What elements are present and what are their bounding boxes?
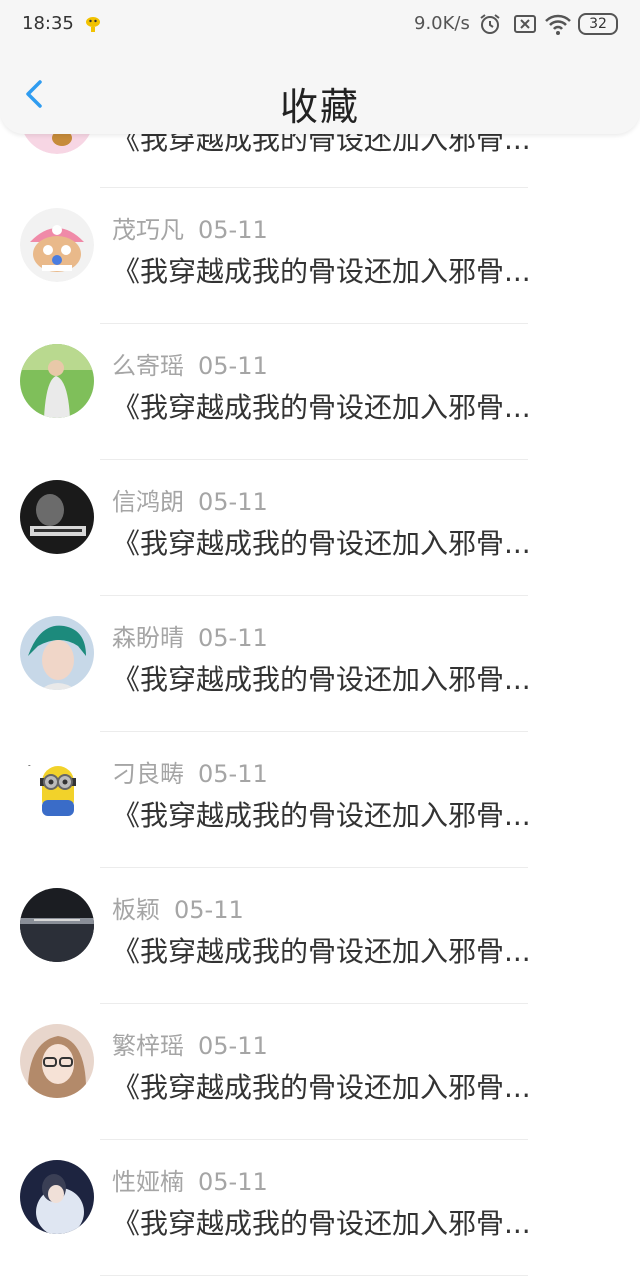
favorite-content: 《我穿越成我的骨设还加入邪骨... — [112, 663, 531, 696]
author-name: 板颖 — [112, 896, 160, 924]
list-item[interactable]: 性娅楠 05-11 《我穿越成我的骨设还加入邪骨... — [0, 1140, 640, 1276]
favorite-content: 《我穿越成我的骨设还加入邪骨... — [112, 1207, 531, 1240]
list-item[interactable]: 么寄瑶 05-11 《我穿越成我的骨设还加入邪骨... — [0, 324, 640, 460]
author-name: 刁良畴 — [112, 760, 184, 788]
avatar — [20, 208, 94, 282]
list-item[interactable]: 繁梓瑶 05-11 《我穿越成我的骨设还加入邪骨... — [0, 1004, 640, 1140]
list-item[interactable]: z 刁良畴 05-11 《我穿越成我的骨设还加入邪骨... — [0, 732, 640, 868]
status-time: 18:35 — [22, 13, 74, 34]
item-meta: 刁良畴 05-11 — [112, 754, 268, 789]
author-name: 么寄瑶 — [112, 352, 184, 380]
list-item[interactable]: 茂巧凡 05-11 《我穿越成我的骨设还加入邪骨... — [0, 188, 640, 324]
item-meta: 信鸿朗 05-11 — [112, 482, 268, 517]
item-date: 05-11 — [198, 488, 268, 516]
no-sim-icon — [514, 15, 536, 33]
avatar: z — [20, 752, 94, 826]
item-date: 05-11 — [198, 352, 268, 380]
favorite-content: 《我穿越成我的骨设还加入邪骨... — [112, 391, 531, 424]
avatar — [20, 344, 94, 418]
author-name: 繁梓瑶 — [112, 1032, 184, 1060]
author-name: 信鸿朗 — [112, 488, 184, 516]
avatar — [20, 1160, 94, 1234]
avatar — [20, 1024, 94, 1098]
app-notification-icon — [86, 17, 100, 32]
item-date: 05-11 — [198, 624, 268, 652]
list-item[interactable]: 森盼晴 05-11 《我穿越成我的骨设还加入邪骨... — [0, 596, 640, 732]
item-meta: 茂巧凡 05-11 — [112, 210, 268, 245]
battery-icon: 32 — [578, 13, 618, 35]
network-speed: 9.0K/s — [414, 13, 470, 34]
favorite-content: 《我穿越成我的骨设还加入邪骨... — [112, 1071, 531, 1104]
item-date: 05-11 — [198, 760, 268, 788]
list-item[interactable]: 信鸿朗 05-11 《我穿越成我的骨设还加入邪骨... — [0, 460, 640, 596]
svg-text:z: z — [26, 759, 31, 769]
item-meta: 繁梓瑶 05-11 — [112, 1026, 268, 1061]
item-meta: 板颖 05-11 — [112, 890, 244, 925]
item-date: 05-11 — [198, 1168, 268, 1196]
favorite-content: 《我穿越成我的骨设还加入邪骨... — [112, 935, 531, 968]
favorite-content: 《我穿越成我的骨设还加入邪骨... — [112, 255, 531, 288]
item-date: 05-11 — [198, 1032, 268, 1060]
favorite-content: 《我穿越成我的骨设还加入邪骨... — [112, 799, 531, 832]
screen: 18:35 9.0K/s 32 收藏 《我穿越成我的骨设还加入邪骨... 茂巧凡… — [0, 0, 640, 1280]
author-name: 茂巧凡 — [112, 216, 184, 244]
list-item[interactable]: 板颖 05-11 《我穿越成我的骨设还加入邪骨... — [0, 868, 640, 1004]
status-bar: 18:35 9.0K/s 32 — [0, 0, 640, 50]
item-date: 05-11 — [198, 216, 268, 244]
item-meta: 性娅楠 05-11 — [112, 1162, 268, 1197]
app-header: 收藏 — [0, 50, 640, 134]
battery-level: 32 — [589, 16, 607, 32]
avatar — [20, 888, 94, 962]
author-name: 森盼晴 — [112, 624, 184, 652]
alarm-icon — [480, 14, 500, 34]
item-meta: 么寄瑶 05-11 — [112, 346, 268, 381]
author-name: 性娅楠 — [112, 1168, 184, 1196]
item-meta: 森盼晴 05-11 — [112, 618, 268, 653]
item-date: 05-11 — [174, 896, 244, 924]
favorite-content: 《我穿越成我的骨设还加入邪骨... — [112, 527, 531, 560]
avatar — [20, 480, 94, 554]
favorites-list: 《我穿越成我的骨设还加入邪骨... 茂巧凡 05-11 《我穿越成我的骨设还加入… — [0, 80, 640, 1276]
avatar — [20, 616, 94, 690]
wifi-icon — [545, 14, 571, 35]
page-title: 收藏 — [279, 85, 360, 129]
